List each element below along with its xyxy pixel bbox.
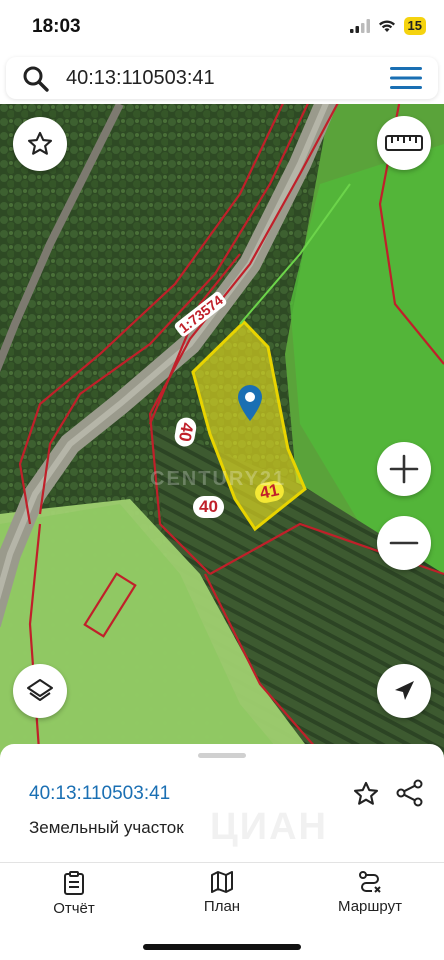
parcel-info-sheet[interactable]: ЦИАН 40:13:110503:41 Земельный участок: [0, 744, 444, 864]
report-icon: [64, 871, 84, 895]
home-indicator: [143, 944, 301, 950]
layers-button[interactable]: [13, 664, 67, 718]
sheet-drag-handle[interactable]: [198, 753, 246, 758]
share-icon[interactable]: [396, 779, 424, 807]
wifi-icon: [378, 20, 395, 32]
map-plan-icon: [211, 871, 233, 893]
search-icon[interactable]: [22, 65, 50, 93]
signal-icon: [349, 19, 370, 33]
ruler-icon: [385, 135, 423, 151]
sheet-watermark: ЦИАН: [210, 806, 328, 848]
parcel-label-40: 40: [193, 496, 224, 518]
battery-badge: 15: [403, 17, 426, 35]
tab-report[interactable]: Отчёт: [14, 871, 134, 917]
favorite-star-icon[interactable]: [352, 780, 380, 808]
map-watermark: CENTURY21: [150, 468, 287, 490]
layers-icon: [27, 679, 53, 701]
favorite-map-button[interactable]: [13, 117, 67, 171]
my-location-button[interactable]: [377, 664, 431, 718]
parcel-number[interactable]: 40:13:110503:41: [29, 783, 170, 805]
menu-icon[interactable]: [390, 67, 422, 89]
ruler-button[interactable]: [377, 116, 431, 170]
satellite-map[interactable]: 1:73574 40 41 40 CENTURY21: [0, 104, 444, 764]
zoom-in-icon: [389, 454, 419, 484]
tab-route[interactable]: Маршрут: [310, 871, 430, 915]
status-time: 18:03: [32, 16, 81, 37]
navigation-icon: [395, 681, 414, 700]
zoom-out-icon: [389, 541, 419, 545]
tab-report-label: Отчёт: [53, 900, 95, 917]
search-input[interactable]: 40:13:110503:41: [66, 67, 215, 90]
status-indicators: 15: [349, 17, 426, 35]
tab-route-label: Маршрут: [338, 898, 402, 915]
star-icon: [27, 131, 53, 155]
zoom-out-button[interactable]: [377, 516, 431, 570]
route-icon: [359, 871, 381, 893]
location-pin-icon[interactable]: [236, 384, 264, 422]
zoom-in-button[interactable]: [377, 442, 431, 496]
search-bar[interactable]: 40:13:110503:41: [6, 57, 438, 99]
tab-plan[interactable]: План: [162, 871, 282, 915]
status-bar: 18:03 15: [0, 0, 444, 54]
map-canvas[interactable]: [0, 104, 444, 764]
tab-plan-label: План: [203, 898, 241, 915]
parcel-type: Земельный участок: [29, 818, 184, 837]
